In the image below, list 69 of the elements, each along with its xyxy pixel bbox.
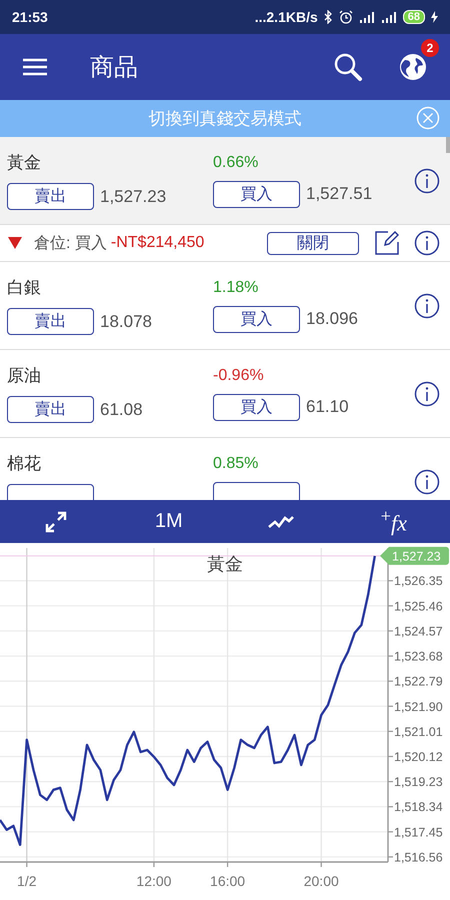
buy-price: 18.096: [306, 309, 358, 329]
info-icon[interactable]: [414, 230, 440, 256]
ref-line-label: 1,527.23: [392, 549, 441, 564]
banner-text: 切換到真錢交易模式: [148, 108, 302, 130]
sell-button[interactable]: 賣出: [7, 396, 94, 423]
search-icon[interactable]: [333, 52, 363, 82]
buy-button[interactable]: 買入: [213, 180, 300, 208]
x-tick-label: 1/2: [17, 873, 36, 889]
line-chart-icon[interactable]: [268, 514, 294, 530]
y-tick-label: 1,523.68: [394, 650, 443, 664]
globe-icon[interactable]: [399, 53, 427, 81]
info-icon[interactable]: [414, 292, 440, 318]
buy-price: 1,527.51: [306, 184, 372, 204]
change-percent: 1.18%: [213, 278, 260, 296]
network-speed: ...2.1KB/s: [254, 9, 318, 25]
period-selector[interactable]: 1M: [154, 510, 183, 533]
y-tick-label: 1,525.46: [394, 599, 443, 614]
down-triangle-icon: [8, 237, 22, 249]
chart-title: 黃金: [207, 553, 243, 576]
sell-price: 61.08: [100, 400, 143, 420]
instrument-name: 黃金: [7, 152, 42, 174]
notification-badge: 2: [421, 39, 439, 57]
clock-time: 21:53: [12, 9, 48, 25]
buy-button[interactable]: 買入: [213, 306, 300, 332]
page-title: 商品: [90, 53, 139, 83]
charging-icon: [431, 11, 438, 23]
sell-button[interactable]: 賣出: [7, 183, 94, 210]
sell-price: 1,527.23: [100, 186, 166, 206]
y-tick-label: 1,519.23: [394, 775, 443, 790]
scrollbar: [446, 137, 450, 153]
x-tick-label: 16:00: [210, 873, 246, 889]
change-percent: 0.66%: [213, 154, 260, 172]
close-position-button[interactable]: 關閉: [267, 232, 359, 254]
battery-level: 68: [402, 10, 425, 24]
sell-price: 18.078: [100, 312, 152, 332]
instrument-name: 棉花: [7, 453, 42, 475]
instrument-row[interactable]: 黃金 賣出 1,527.23 0.66% 買入 1,527.51: [0, 137, 450, 225]
info-icon[interactable]: [414, 380, 440, 406]
y-tick-label: 1,518.34: [394, 800, 443, 814]
position-side: 倉位: 買入: [34, 234, 107, 254]
buy-button[interactable]: 買入: [213, 394, 300, 420]
signal-icon: [358, 11, 375, 23]
x-tick-label: 20:00: [304, 873, 339, 889]
y-tick-label: 1,517.45: [394, 825, 443, 840]
buy-price: 61.10: [306, 397, 349, 417]
y-tick-label: 1,522.79: [394, 674, 443, 689]
y-tick-label: 1,524.57: [394, 624, 443, 638]
instrument-name: 原油: [7, 365, 42, 387]
expand-icon[interactable]: [44, 510, 68, 534]
info-icon[interactable]: [414, 468, 440, 494]
instrument-name: 白銀: [7, 277, 42, 299]
menu-icon[interactable]: [23, 58, 47, 76]
y-tick-label: 1,521.01: [394, 724, 443, 739]
y-tick-label: 1,521.90: [394, 700, 443, 714]
y-tick-label: 1,516.56: [394, 850, 443, 864]
bluetooth-icon: [324, 10, 333, 24]
edit-icon[interactable]: [375, 231, 399, 255]
y-tick-label: 1,526.35: [394, 574, 443, 588]
position-pnl: -NT$214,450: [110, 234, 206, 252]
x-tick-label: 12:00: [136, 873, 172, 889]
indicator-button[interactable]: $^{+}$fx: [380, 506, 407, 537]
change-percent: -0.96%: [213, 366, 265, 384]
alarm-icon: [338, 10, 353, 24]
change-percent: 0.85%: [213, 454, 260, 472]
sell-button[interactable]: 賣出: [7, 308, 94, 335]
info-icon[interactable]: [414, 168, 440, 194]
signal-icon: [380, 11, 397, 23]
y-tick-label: 1,520.12: [394, 750, 443, 764]
current-price-tag: 1,527.23: [380, 546, 449, 565]
